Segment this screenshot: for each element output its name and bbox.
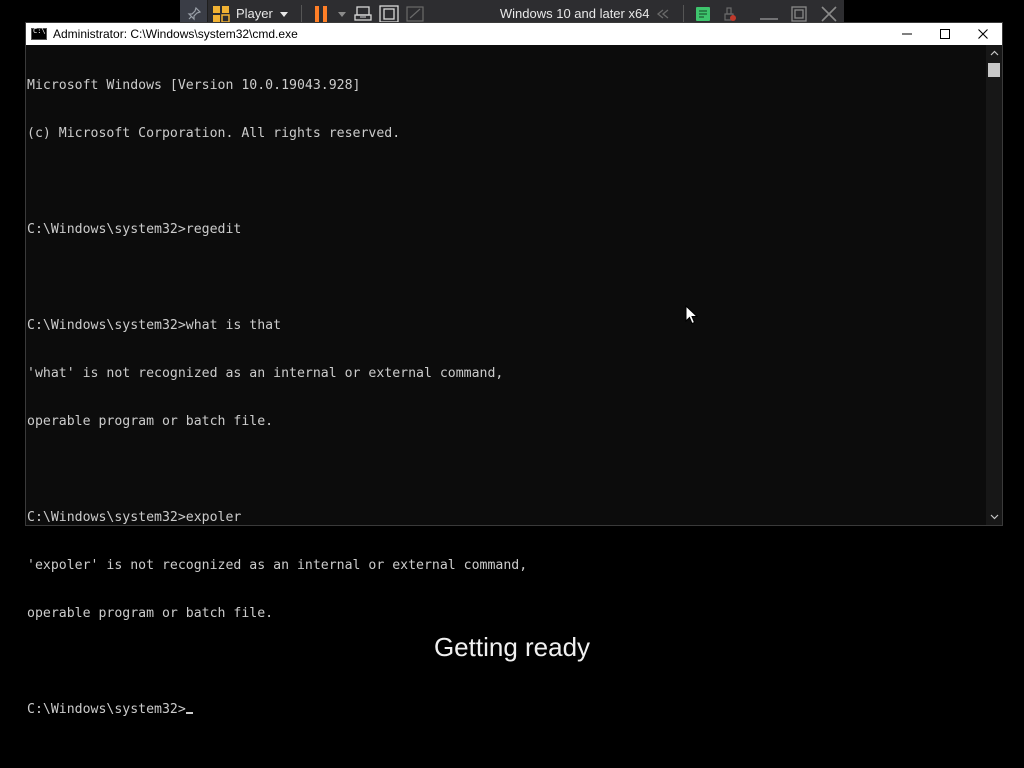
mouse-cursor-icon: [685, 305, 699, 325]
maximize-button[interactable]: [926, 23, 964, 45]
minimize-button[interactable]: [888, 23, 926, 45]
pin-icon: [187, 6, 201, 20]
cmd-app-icon[interactable]: [31, 27, 47, 40]
restore-icon: [791, 5, 807, 22]
dropdown-icon: [337, 11, 346, 17]
vertical-scrollbar[interactable]: [986, 45, 1002, 525]
pause-icon: [314, 5, 327, 22]
cmd-window: Administrator: C:\Windows\system32\cmd.e…: [25, 22, 1003, 717]
console-line: C:\Windows\system32>expoler: [27, 510, 242, 525]
scroll-thumb[interactable]: [988, 63, 1000, 77]
console-line: operable program or batch file.: [27, 606, 274, 621]
back-icon: [657, 8, 669, 19]
divider: [683, 4, 685, 23]
chevron-up-icon: [990, 50, 998, 56]
console-line: 'what' is not recognized as an internal …: [27, 366, 504, 381]
divider: [300, 4, 302, 23]
close-icon: [821, 5, 837, 22]
player-label: Player: [236, 6, 273, 21]
unity-icon: [406, 5, 424, 22]
console-line: C:\Windows\system32>regedit: [27, 222, 242, 237]
chevron-down-icon: [990, 514, 998, 520]
console-line: 'expoler' is not recognized as an intern…: [27, 558, 528, 573]
window-title: Administrator: C:\Windows\system32\cmd.e…: [53, 27, 298, 41]
console-line: Microsoft Windows [Version 10.0.19043.92…: [27, 78, 361, 93]
dropdown-icon: [279, 11, 288, 17]
console-line: C:\Windows\system32>what is that: [27, 318, 282, 333]
status-text: Getting ready: [433, 632, 591, 662]
console-line: (c) Microsoft Corporation. All rights re…: [27, 126, 401, 141]
prompt-text: C:\Windows\system32>: [27, 702, 186, 717]
cmd-body: Microsoft Windows [Version 10.0.19043.92…: [26, 45, 1002, 717]
text-caret: [185, 712, 193, 714]
player-logo-icon: [213, 5, 230, 23]
minimize-icon: [902, 33, 912, 35]
close-button[interactable]: [964, 23, 1002, 45]
cmd-titlebar[interactable]: Administrator: C:\Windows\system32\cmd.e…: [26, 23, 1002, 45]
scroll-down-button[interactable]: [986, 509, 1002, 525]
send-ctrl-alt-del-icon: [354, 5, 372, 21]
scroll-up-button[interactable]: [986, 45, 1002, 61]
vm-name: Windows 10 and later x64: [499, 6, 650, 21]
prompt-line[interactable]: C:\Windows\system32>: [27, 702, 987, 718]
maximize-icon: [940, 29, 950, 39]
console-output[interactable]: Microsoft Windows [Version 10.0.19043.92…: [27, 45, 987, 717]
close-icon: [978, 29, 988, 39]
fullscreen-icon: [379, 4, 399, 23]
notes-icon: [696, 6, 711, 21]
removable-devices-icon: [724, 6, 737, 21]
minimize-icon: [760, 17, 778, 20]
console-line: operable program or batch file.: [27, 414, 274, 429]
